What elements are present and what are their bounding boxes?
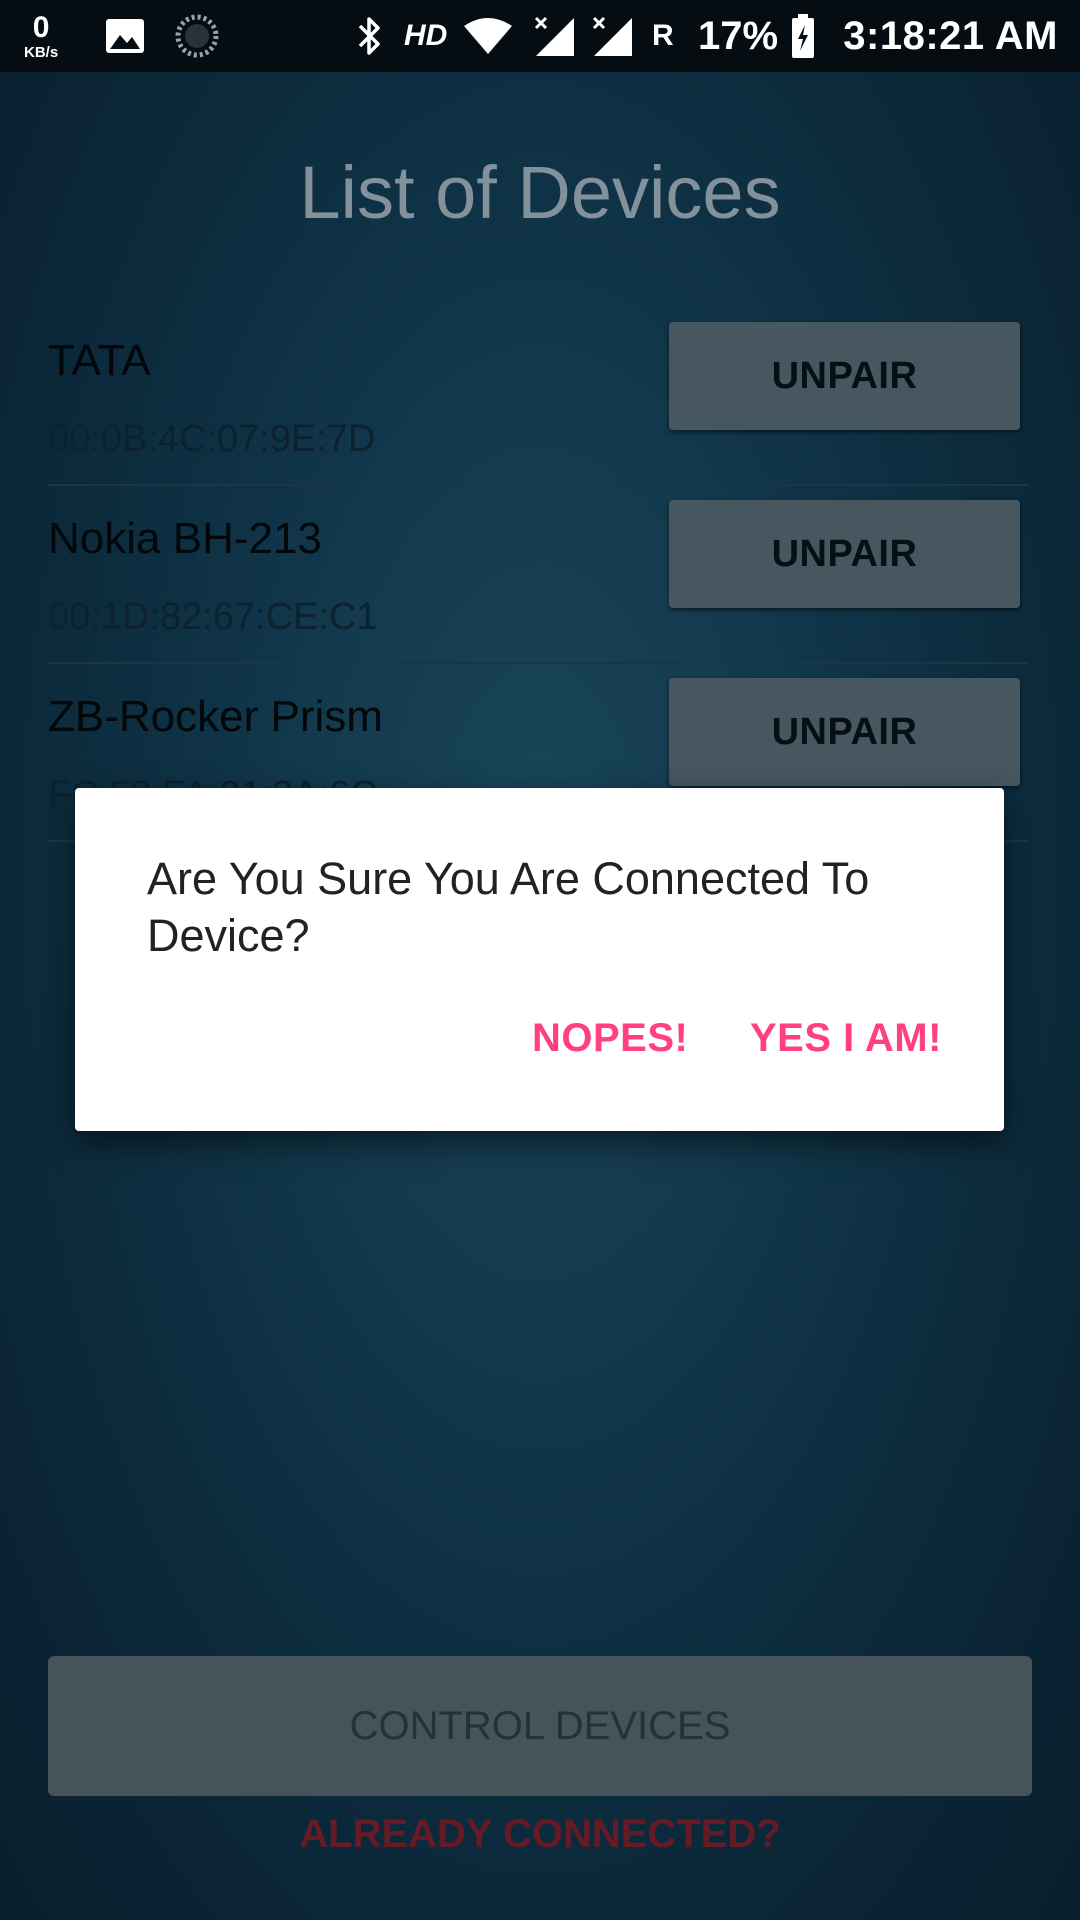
net-speed-value: 0: [32, 10, 50, 44]
yes-i-am-button[interactable]: YES I AM!: [750, 1010, 942, 1066]
battery-percent: 17%: [698, 13, 779, 58]
confirm-dialog: Are You Sure You Are Connected To Device…: [75, 788, 1004, 1131]
hd-label: HD: [404, 19, 448, 52]
dialog-message: Are You Sure You Are Connected To Device…: [147, 853, 870, 961]
net-speed-indicator: 0 KB/s: [24, 0, 58, 72]
sync-icon: [174, 0, 220, 72]
net-speed-unit: KB/s: [24, 43, 59, 61]
bluetooth-icon: [356, 0, 384, 72]
image-icon: [104, 0, 146, 72]
signal-icon: [532, 0, 576, 72]
battery-charging-icon: [790, 0, 816, 72]
roaming-label: R: [652, 19, 674, 52]
status-bar: 0 KB/s HD R 17% 3:18:21 AM: [0, 0, 1080, 72]
clock: 3:18:21 AM: [843, 13, 1058, 58]
nopes-button[interactable]: NOPES!: [532, 1010, 688, 1066]
wifi-icon: [462, 0, 514, 72]
signal-icon: [590, 0, 634, 72]
